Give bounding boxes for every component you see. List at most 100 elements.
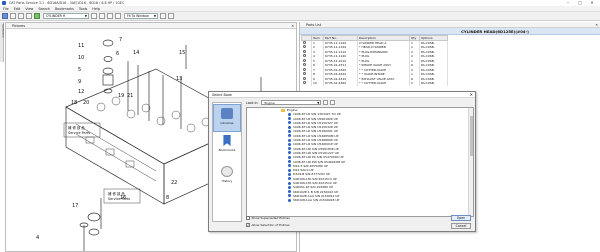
callout-12: 12 (78, 89, 84, 95)
list-scrollbar[interactable] (468, 108, 473, 216)
callout-10: 10 (78, 55, 84, 61)
toolbar: CYLINDER H ▼ Fit To Window ▼ (0, 12, 600, 21)
description-cell: * * COTTER,VALVE (357, 81, 410, 86)
menu-edit[interactable]: Edit (14, 7, 21, 11)
book-icon (288, 181, 291, 185)
window-title: CAT Parts Service 3.1 - 6D16A/D16 - 3AE/… (9, 1, 125, 5)
book-icon (288, 198, 291, 202)
part-status-icon (302, 63, 306, 67)
studs (127, 61, 182, 129)
book-icon (288, 164, 291, 168)
table-row[interactable]: 10 6735-41-4360 * * COTTER,VALVE 2 PA-C9SB- (301, 81, 448, 86)
open-button[interactable]: Open (451, 215, 471, 221)
book-icon (288, 190, 291, 194)
previous-page-icon[interactable] (160, 13, 166, 19)
callout-21: 21 (127, 93, 133, 99)
callout-5: 5 (78, 67, 81, 73)
nav-libraries-label: Libraries (220, 121, 234, 125)
book-icon (288, 185, 291, 189)
parts-table: Item Part No. Description Qty Options 16… (301, 35, 448, 86)
show-superseded-label: Show Superseded Entries (251, 216, 290, 220)
show-superseded-checkbox[interactable] (246, 216, 250, 220)
callout-13: 13 (176, 76, 182, 82)
valve-ports (96, 96, 226, 140)
forward-icon[interactable] (26, 13, 32, 19)
contents-tab-label: Contents (0, 24, 5, 38)
print-icon[interactable] (10, 13, 16, 19)
menu-file[interactable]: File (3, 7, 9, 11)
search-icon[interactable] (91, 13, 97, 19)
app-icon (2, 1, 6, 5)
bookmark-icon[interactable] (99, 13, 105, 19)
callout-4: 4 (36, 235, 39, 241)
dialog-title: Select Book (212, 93, 232, 97)
book-icon (288, 129, 291, 133)
look-in-value: Engine (264, 101, 275, 105)
nav-history[interactable]: History (213, 166, 241, 194)
book-icon (288, 194, 291, 198)
cylinder-head-side (65, 106, 165, 205)
book-icon (288, 138, 291, 142)
menu-bookmarks[interactable]: Bookmarks (55, 7, 74, 11)
menu-tools[interactable]: Tools (79, 7, 87, 11)
menu-search[interactable]: Search (38, 7, 50, 11)
book-icon (288, 134, 291, 138)
allow-selection-row[interactable]: ✓ Allow Selection of Entries (246, 223, 290, 227)
open-book-icon[interactable] (2, 13, 8, 19)
book-icon (288, 147, 291, 151)
scrollbar-thumb[interactable] (470, 116, 473, 156)
close-icon[interactable]: ✕ (595, 22, 598, 28)
view-menu-icon[interactable] (330, 100, 336, 105)
item-cell: 10 (311, 81, 324, 86)
zoom-out-icon[interactable] (115, 13, 121, 19)
book-icon (288, 117, 291, 121)
book-icon (288, 121, 291, 125)
zoom-in-icon[interactable] (107, 13, 113, 19)
home-icon[interactable] (34, 13, 40, 19)
callout-9: 9 (78, 79, 81, 85)
book-icon (288, 177, 291, 181)
select-book-dialog: Select Book ✕ Look in: Engine ▼ Librarie… (208, 91, 476, 232)
book-select-value: CYLINDER H (46, 14, 66, 18)
nav-history-label: History (221, 179, 233, 183)
part-status-icon (302, 72, 306, 76)
book-icon (288, 125, 291, 129)
look-in-dropdown[interactable]: Engine ▼ (261, 100, 322, 105)
libraries-icon (221, 108, 233, 119)
part-status-icon (302, 58, 306, 62)
back-icon[interactable] (18, 13, 24, 19)
allow-selection-checkbox[interactable]: ✓ (246, 223, 250, 227)
valve-parts (79, 198, 102, 251)
service-parts-jp-1: 補 修 部 品 (68, 125, 85, 130)
close-icon[interactable]: ✕ (470, 92, 473, 98)
callout-16: 16 (120, 195, 126, 201)
zoom-dropdown[interactable]: Fit To Window ▼ (124, 13, 158, 19)
qty-cell: 2 (409, 81, 420, 86)
parts-list-header: Parts List ✕ (300, 22, 600, 28)
dialog-title-bar: Select Book ✕ (209, 92, 475, 98)
next-page-icon[interactable] (168, 13, 174, 19)
history-icon (221, 166, 233, 177)
chevron-down-icon: ▼ (84, 14, 87, 18)
pictures-pane-title: Pictures (12, 24, 26, 28)
bookmark-icon (223, 135, 231, 146)
menu-help[interactable]: Help (92, 7, 100, 11)
book-tree-list[interactable]: Engine 1006-6T LR S/N 1303427 TO UP 1006… (246, 107, 474, 217)
book-item-label: S6D108-1AA S/N 21500028 UP (293, 198, 340, 203)
part-status-icon (302, 54, 306, 58)
up-folder-icon[interactable] (323, 100, 329, 105)
chevron-down-icon: ▼ (317, 101, 320, 105)
menu-view[interactable]: View (25, 7, 33, 11)
show-superseded-row[interactable]: Show Superseded Entries (246, 216, 290, 220)
service-parts-label-1: Service Parts (68, 131, 90, 135)
nav-bookmarks[interactable]: Bookmarks (213, 135, 241, 163)
places-bar: Libraries Bookmarks History (212, 102, 242, 222)
book-item[interactable]: S6D108-1AA S/N 21500028 UP (247, 198, 473, 202)
book-icon (288, 172, 291, 176)
book-select-dropdown[interactable]: CYLINDER H ▼ (43, 13, 89, 19)
nav-libraries[interactable]: Libraries (213, 104, 241, 132)
callout-8: 8 (166, 195, 169, 201)
cancel-button[interactable]: Cancel (451, 223, 471, 229)
part-status-icon (302, 45, 306, 49)
contents-side-tab[interactable]: Contents (0, 22, 5, 62)
